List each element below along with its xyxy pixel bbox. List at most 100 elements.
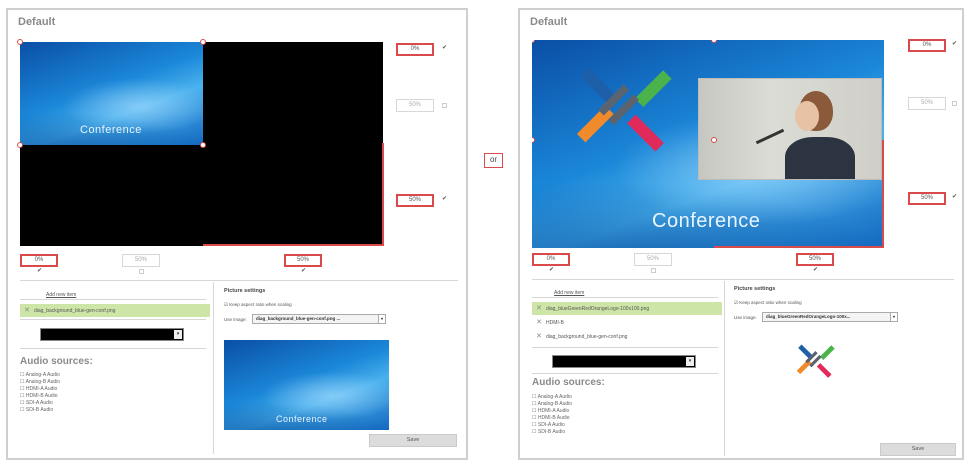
microphone [755,128,785,145]
left-offset-checkbox[interactable]: ✔ [549,267,554,273]
list-divider [20,319,206,320]
audio-source-checkbox[interactable]: ☐ SDI-B Audio [532,429,565,435]
resize-handle[interactable] [200,142,206,148]
left-offset-checkbox[interactable]: ✔ [37,268,42,274]
bottom-offset-field[interactable]: 50% [396,194,434,207]
top-offset-checkbox[interactable]: ✔ [442,45,447,51]
audio-source-checkbox[interactable]: ☐ HDMI-A Audio [532,408,569,414]
resize-handle[interactable] [17,142,23,148]
top-offset-checkbox[interactable]: ✔ [952,41,957,47]
keep-aspect-checkbox[interactable]: ☑ Keep aspect ratio when scaling [734,300,802,306]
source-type-dropdown[interactable]: ▾ [40,328,184,341]
epiphan-logo-icon [796,344,835,378]
section-divider [20,280,458,281]
height-offset-checkbox[interactable] [952,101,957,106]
width-offset-field[interactable]: 50% [122,254,160,267]
chevron-down-icon: ▾ [378,315,385,323]
panel-title: Default [18,16,56,28]
resize-handle[interactable] [200,39,206,45]
chevron-down-icon: ▾ [890,313,897,321]
add-new-item-link[interactable]: Add new item [554,290,584,296]
resize-handle[interactable] [711,137,717,143]
top-offset-field[interactable]: 0% [908,39,946,52]
video-feed-layer[interactable] [698,78,882,180]
source-list-item[interactable]: ✕ diag_background_blue-gen-conf.png [532,330,722,343]
left-offset-field[interactable]: 0% [532,253,570,266]
resize-handle[interactable] [532,137,535,143]
chevron-down-icon: ▾ [686,357,694,366]
remove-icon[interactable]: ✕ [532,330,546,343]
audio-source-checkbox[interactable]: ☐ SDI-A Audio [20,400,53,406]
width-offset-field[interactable]: 50% [634,253,672,266]
remove-icon[interactable]: ✕ [532,316,546,329]
speaker-body [785,137,855,179]
height-offset-field[interactable]: 50% [396,99,434,112]
audio-source-checkbox[interactable]: ☐ Analog-B Audio [20,379,60,385]
resize-handle[interactable] [711,40,717,43]
list-divider [20,348,206,349]
keep-aspect-checkbox[interactable]: ☑ Keep aspect ratio when scaling [224,302,292,308]
source-label: diag_background_blue-gen-conf.png [546,334,628,340]
right-offset-field[interactable]: 50% [284,254,322,267]
left-layout-panel: Default Conference 0% ✔ 50% 50% ✔ 0% ✔ 5… [6,8,468,460]
height-offset-field[interactable]: 50% [908,97,946,110]
layout-canvas[interactable]: Conference [532,40,884,248]
audio-source-checkbox[interactable]: ☐ HDMI-B Audio [20,393,58,399]
audio-source-checkbox[interactable]: ☐ Analog-A Audio [532,394,572,400]
chevron-down-icon: ▾ [174,330,182,339]
selection-edge [382,143,384,246]
speaker-face [795,101,819,131]
right-offset-checkbox[interactable]: ✔ [301,268,306,274]
source-type-dropdown[interactable]: ▾ [552,355,696,368]
remove-icon[interactable]: ✕ [20,304,34,317]
selection-edge [203,244,384,246]
width-offset-checkbox[interactable] [651,268,656,273]
conference-text: Conference [80,124,142,136]
image-preview: Conference [224,340,389,430]
layout-canvas[interactable]: Conference [17,39,384,246]
save-button[interactable]: Save [369,434,457,447]
remove-icon[interactable]: ✕ [532,302,546,315]
right-offset-field[interactable]: 50% [796,253,834,266]
or-separator: or [484,153,503,168]
picture-settings-heading: Picture settings [734,286,776,292]
use-image-select[interactable]: diag_background_blue-gen-conf.png ... ▾ [252,314,386,324]
use-image-label: Use image: [224,317,247,322]
add-new-item-link[interactable]: Add new item [46,292,76,298]
bottom-offset-checkbox[interactable]: ✔ [442,196,447,202]
audio-source-checkbox[interactable]: ☐ HDMI-B Audio [532,415,570,421]
conference-text: Conference [276,414,328,424]
source-label: HDMI-B [546,320,564,326]
section-divider [532,279,954,280]
epiphan-logo-icon [576,68,672,152]
bottom-offset-checkbox[interactable]: ✔ [952,194,957,200]
use-image-select[interactable]: diag_blueGreenRedOrangeLogo-100x... ▾ [762,312,898,322]
source-list-item[interactable]: ✕ HDMI-B [532,316,722,329]
background-image-layer[interactable]: Conference [20,42,203,145]
audio-source-checkbox[interactable]: ☐ SDI-A Audio [532,422,565,428]
audio-source-checkbox[interactable]: ☐ Analog-A Audio [20,372,60,378]
left-offset-field[interactable]: 0% [20,254,58,267]
audio-source-checkbox[interactable]: ☐ Analog-B Audio [532,401,572,407]
picture-settings-heading: Picture settings [224,288,266,294]
resize-handle[interactable] [532,40,535,43]
list-divider [532,297,718,298]
use-image-label: Use image: [734,315,757,320]
height-offset-checkbox[interactable] [442,103,447,108]
right-offset-checkbox[interactable]: ✔ [813,267,818,273]
source-list-item[interactable]: ✕ diag_background_blue-gen-conf.png [20,304,210,317]
panel-title: Default [530,16,568,28]
save-button[interactable]: Save [880,443,956,456]
audio-source-checkbox[interactable]: ☐ SDI-B Audio [20,407,53,413]
width-offset-checkbox[interactable] [139,269,144,274]
resize-handle[interactable] [17,39,23,45]
top-offset-field[interactable]: 0% [396,43,434,56]
list-divider [20,299,206,300]
bottom-offset-field[interactable]: 50% [908,192,946,205]
source-list-item[interactable]: ✕ diag_blueGreenRedOrangeLogo-100x100.png [532,302,722,315]
right-layout-panel: Default Conference 0% ✔ 50% 50% ✔ 0% ✔ 5… [518,8,964,460]
audio-sources-heading: Audio sources: [20,356,93,367]
selection-edge [714,246,884,248]
source-label: diag_blueGreenRedOrangeLogo-100x100.png [546,306,650,312]
audio-source-checkbox[interactable]: ☐ HDMI-A Audio [20,386,57,392]
